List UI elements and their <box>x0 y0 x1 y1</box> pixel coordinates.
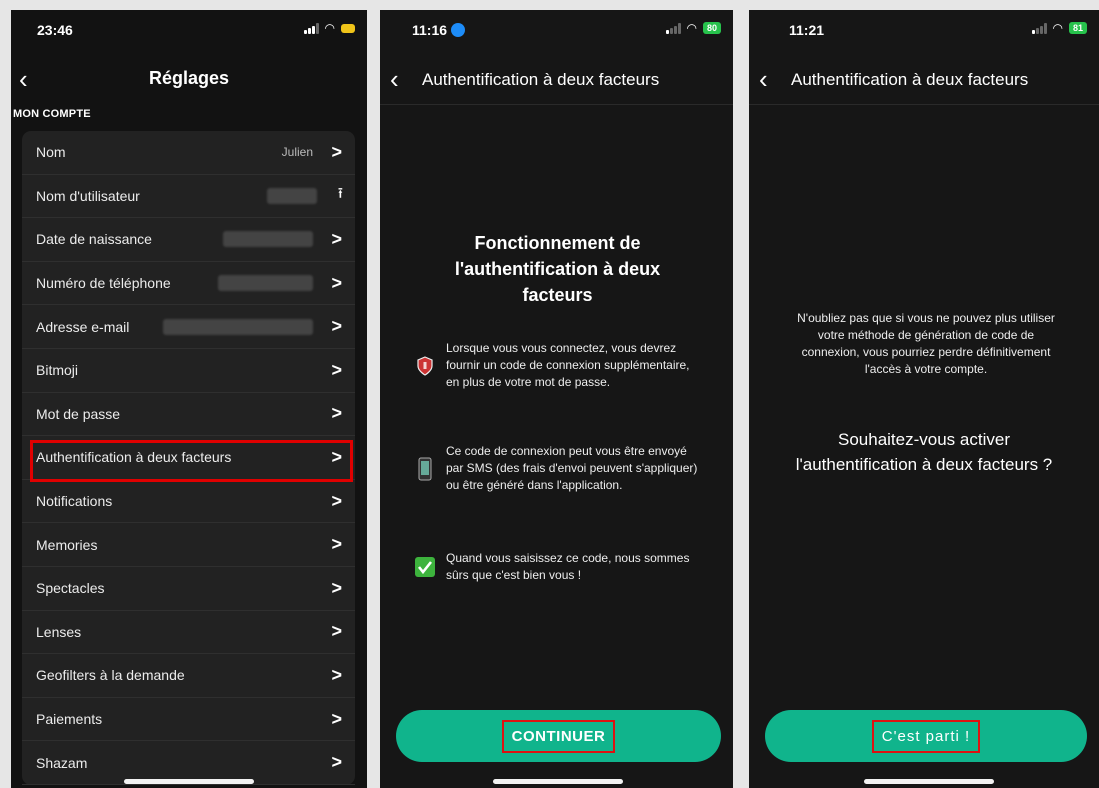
row-label: Mot de passe <box>36 405 121 422</box>
settings-row-phone[interactable]: Numéro de téléphone > <box>22 262 355 306</box>
info-text: Quand vous saisissez ce code, nous somme… <box>446 551 690 582</box>
redacted-value <box>163 318 313 335</box>
nav-bar: ‹ Authentification à deux facteurs <box>749 66 1099 96</box>
start-button-label: C'est parti ! <box>871 719 981 753</box>
info-text: Ce code de connexion peut vous être envo… <box>446 444 698 492</box>
two-factor-confirm-screen: 11:21 ◠ 81 ‹ Authentification à deux fac… <box>749 10 1099 788</box>
settings-row-geofilters[interactable]: Geofilters à la demande > <box>22 654 355 698</box>
section-header: MON COMPTE <box>13 108 91 120</box>
battery-icon <box>341 23 355 33</box>
info-text: Lorsque vous vous connectez, vous devrez… <box>446 341 690 389</box>
chevron-right-icon: > <box>331 577 342 598</box>
page-title: Authentification à deux facteurs <box>791 70 1029 89</box>
wifi-icon: ◠ <box>686 21 697 35</box>
row-label: Geofilters à la demande <box>36 667 185 684</box>
settings-row-spectacles[interactable]: Spectacles > <box>22 567 355 611</box>
chevron-right-icon: > <box>331 752 342 773</box>
chevron-right-icon: > <box>331 141 342 162</box>
info-item: Ce code de connexion peut vous être envo… <box>414 443 704 494</box>
row-label: Lenses <box>36 623 82 640</box>
settings-row-memories[interactable]: Memories > <box>22 523 355 567</box>
info-item: Lorsque vous vous connectez, vous devrez… <box>414 340 704 391</box>
status-icons: ◠ 80 <box>665 21 721 35</box>
chevron-right-icon: > <box>331 621 342 642</box>
page-title: Réglages <box>148 68 230 88</box>
settings-row-birthdate[interactable]: Date de naissance > <box>22 218 355 262</box>
battery-indicator: 81 <box>1068 22 1087 34</box>
settings-row-email[interactable]: Adresse e-mail > <box>22 305 355 349</box>
row-label: Memories <box>36 536 98 553</box>
warning-note: N'oubliez pas que si vous ne pouvez plus… <box>797 311 1055 376</box>
chevron-right-icon: > <box>331 534 342 555</box>
wifi-icon: ◠ <box>1052 21 1063 35</box>
redacted-value <box>267 187 317 204</box>
row-label: Paiements <box>36 711 103 728</box>
row-label: Nom <box>36 144 66 161</box>
two-factor-intro-screen: 11:16 ◠ 80 ‹ Authentification à deux fac… <box>380 10 733 788</box>
chevron-right-icon: > <box>331 490 342 511</box>
status-icons: ◠ 81 <box>1031 21 1087 35</box>
status-bar: 11:16 ◠ 80 <box>380 10 733 50</box>
start-button[interactable]: C'est parti ! <box>765 710 1087 762</box>
status-bar: 11:21 ◠ 81 <box>749 10 1099 50</box>
settings-row-name[interactable]: Nom Julien > <box>22 131 355 175</box>
status-time: 11:16 <box>412 22 465 38</box>
home-indicator <box>493 779 623 784</box>
row-label: Notifications <box>36 493 113 510</box>
settings-row-username[interactable]: Nom d'utilisateur ⭱ <box>22 175 355 219</box>
divider <box>380 104 733 105</box>
signal-icon <box>303 22 319 34</box>
chevron-right-icon: > <box>331 708 342 729</box>
phone-icon <box>414 457 436 480</box>
row-label: Date de naissance <box>36 231 152 248</box>
signal-icon <box>1031 22 1047 34</box>
status-time: 23:46 <box>37 22 73 38</box>
status-icons: ◠ <box>303 21 355 35</box>
nav-bar: ‹ Réglages <box>11 64 367 94</box>
row-value: Julien <box>281 145 313 160</box>
row-label: Nom d'utilisateur <box>36 187 140 204</box>
settings-row-password[interactable]: Mot de passe > <box>22 393 355 437</box>
shield-icon <box>414 355 436 377</box>
chevron-right-icon: > <box>331 228 342 249</box>
settings-row-lenses[interactable]: Lenses > <box>22 611 355 655</box>
back-icon[interactable]: ‹ <box>759 66 768 92</box>
settings-row-notifications[interactable]: Notifications > <box>22 480 355 524</box>
chevron-right-icon: > <box>331 664 342 685</box>
signal-icon <box>665 22 681 34</box>
wifi-icon: ◠ <box>324 21 335 35</box>
status-bar: 23:46 ◠ <box>11 10 367 50</box>
settings-row-payments[interactable]: Paiements > <box>22 698 355 742</box>
row-label: Numéro de téléphone <box>36 275 171 292</box>
continue-button[interactable]: CONTINUER <box>396 710 721 762</box>
continue-button-label: CONTINUER <box>501 719 616 753</box>
check-icon <box>414 556 436 578</box>
chevron-right-icon: > <box>331 359 342 380</box>
battery-indicator: 80 <box>702 22 721 34</box>
redacted-value <box>218 275 313 292</box>
row-label: Bitmoji <box>36 362 79 379</box>
settings-screen: 23:46 ◠ ‹ Réglages MON COMPTE Nom Julien… <box>11 10 367 788</box>
status-time: 11:21 <box>789 22 825 38</box>
home-indicator <box>864 779 994 784</box>
back-icon[interactable]: ‹ <box>390 66 399 92</box>
chevron-right-icon: > <box>331 272 342 293</box>
row-label: Shazam <box>36 754 88 771</box>
settings-row-bitmoji[interactable]: Bitmoji > <box>22 349 355 393</box>
nav-bar: ‹ Authentification à deux facteurs <box>380 66 733 96</box>
row-label: Spectacles <box>36 580 105 597</box>
share-icon[interactable]: ⭱ <box>338 183 343 208</box>
redacted-value <box>223 231 313 248</box>
home-indicator <box>124 779 254 784</box>
page-title: Authentification à deux facteurs <box>422 70 660 89</box>
location-icon <box>450 23 465 37</box>
chevron-right-icon: > <box>331 316 342 337</box>
highlight-box <box>30 440 353 482</box>
divider <box>749 104 1099 105</box>
info-item: Quand vous saisissez ce code, nous somme… <box>414 550 704 584</box>
row-label: Adresse e-mail <box>36 318 130 335</box>
activation-question: Souhaitez-vous activer l'authentificatio… <box>795 430 1053 474</box>
intro-heading: Fonctionnement de l'authentification à d… <box>454 233 661 305</box>
chevron-right-icon: > <box>331 403 342 424</box>
